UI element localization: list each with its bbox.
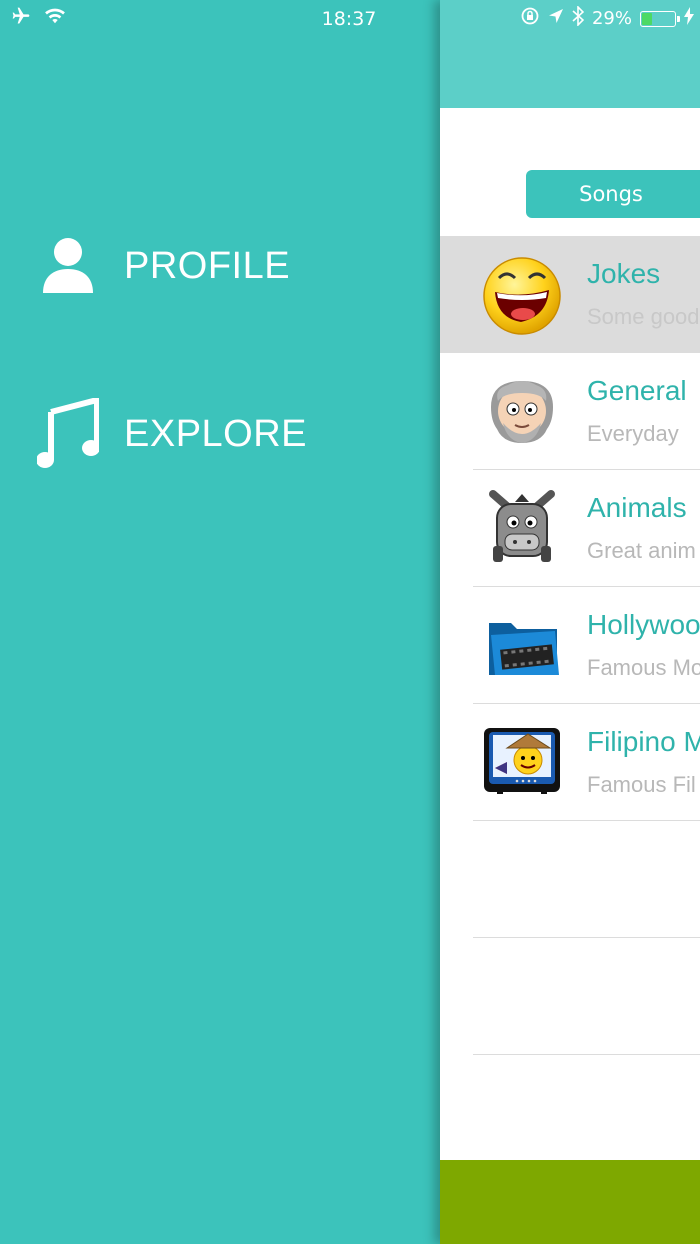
filipino-tv-icon <box>481 722 563 804</box>
list-item-empty <box>473 938 700 1055</box>
menu-item-profile[interactable]: PROFILE <box>36 230 290 302</box>
bluetooth-icon <box>572 5 585 31</box>
list-item-subtitle: Great anim <box>587 538 696 563</box>
list-item-subtitle: Some good <box>587 304 700 329</box>
menu-item-label: EXPLORE <box>124 412 308 455</box>
status-bar: 18:37 29% <box>0 0 700 36</box>
menu-item-label: PROFILE <box>124 244 291 287</box>
film-folder-icon <box>481 605 563 687</box>
person-icon <box>36 230 100 302</box>
location-icon <box>548 8 564 29</box>
status-time: 18:37 <box>321 8 377 30</box>
battery-percent: 29% <box>591 8 632 29</box>
bottom-bar <box>440 1160 700 1244</box>
songs-segment-button[interactable]: Songs <box>526 170 700 218</box>
category-list: Jokes Some good General Everyday Animals… <box>440 236 700 1055</box>
music-note-icon <box>36 398 100 470</box>
list-item-empty <box>473 821 700 938</box>
menu-item-explore[interactable]: EXPLORE <box>36 398 307 470</box>
content-panel[interactable]: Songs Jokes Some good General Everyday A… <box>440 0 700 1244</box>
list-item-title: Jokes <box>587 258 661 289</box>
list-item-title: Filipino M <box>587 726 700 757</box>
side-menu: PROFILE EXPLORE <box>0 0 440 1244</box>
list-item-subtitle: Famous Fil <box>587 772 696 797</box>
list-item-animals[interactable]: Animals Great anim <box>473 470 700 587</box>
list-item-hollywood[interactable]: Hollywood Famous Mo <box>473 587 700 704</box>
laughing-face-icon <box>481 254 563 336</box>
list-item-title: Hollywood <box>587 609 700 640</box>
old-man-face-icon <box>481 371 563 453</box>
list-item-title: General <box>587 375 687 406</box>
list-item-general[interactable]: General Everyday <box>473 353 700 470</box>
rotation-lock-icon <box>520 6 540 31</box>
list-item-subtitle: Everyday <box>587 421 679 446</box>
donkey-icon <box>481 488 563 570</box>
list-item-jokes[interactable]: Jokes Some good <box>440 236 700 353</box>
battery-icon <box>640 10 680 27</box>
list-item-title: Animals <box>587 492 687 523</box>
list-item-subtitle: Famous Mo <box>587 655 700 680</box>
list-item-filipino[interactable]: Filipino M Famous Fil <box>473 704 700 821</box>
charging-icon <box>684 7 694 30</box>
